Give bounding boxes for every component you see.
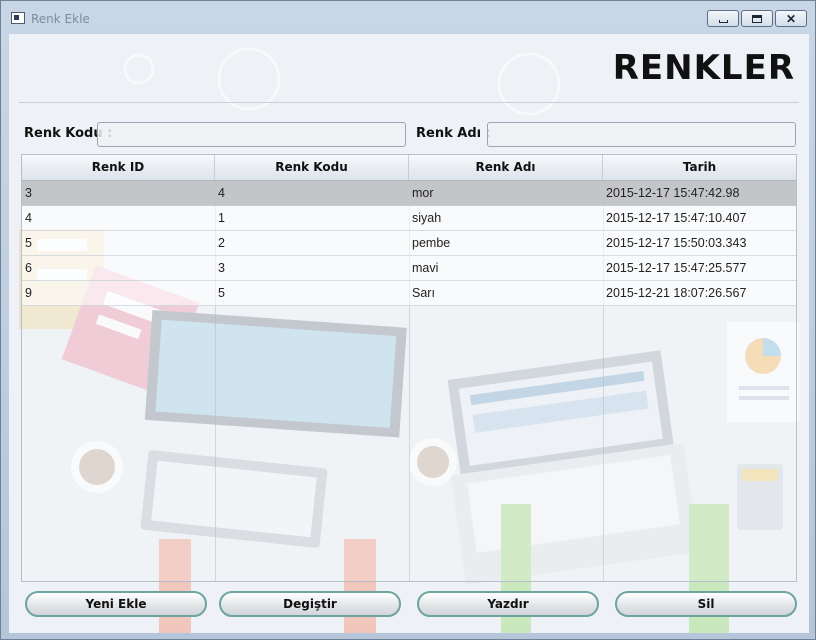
table-row[interactable]: 3 4 mor 2015-12-17 15:47:42.98 (22, 181, 796, 206)
table-row[interactable]: 6 3 mavi 2015-12-17 15:47:25.577 (22, 256, 796, 281)
cell-renk-adi: mor (412, 186, 434, 200)
minimize-icon (718, 20, 728, 23)
column-header-renk-kodu[interactable]: Renk Kodu (215, 155, 409, 180)
cell-renk-kodu: 3 (218, 261, 225, 275)
app-window: Renk Ekle ✕ RENKLER Renk Kodu: Renk Adı… (0, 0, 816, 640)
yeni-ekle-button[interactable]: Yeni Ekle (25, 591, 207, 617)
renk-kodu-input[interactable] (97, 122, 406, 147)
cell-renk-id: 9 (25, 286, 32, 300)
table-body: 3 4 mor 2015-12-17 15:47:42.98 4 1 siyah… (22, 181, 796, 306)
degistir-button[interactable]: Degiştir (219, 591, 401, 617)
cell-renk-id: 4 (25, 211, 32, 225)
cell-renk-adi: siyah (412, 211, 442, 225)
colors-table[interactable]: Renk ID Renk Kodu Renk Adı Tarih 3 4 mor… (21, 154, 797, 582)
renk-adi-input[interactable] (487, 122, 796, 147)
page-title: RENKLER (612, 48, 795, 88)
close-icon: ✕ (785, 11, 797, 26)
sil-button[interactable]: Sil (615, 591, 797, 617)
maximize-button[interactable] (741, 10, 773, 27)
app-window-icon (11, 12, 25, 24)
cell-renk-adi: Sarı (412, 286, 435, 300)
cell-tarih: 2015-12-17 15:47:42.98 (606, 186, 740, 200)
yazdir-button[interactable]: Yazdır (417, 591, 599, 617)
cell-renk-kodu: 5 (218, 286, 225, 300)
cell-tarih: 2015-12-17 15:50:03.343 (606, 236, 747, 250)
window-title: Renk Ekle (31, 12, 90, 26)
cell-renk-id: 5 (25, 236, 32, 250)
client-area: RENKLER Renk Kodu : Renk Adı : Renk ID R… (9, 34, 809, 633)
cell-tarih: 2015-12-17 15:47:25.577 (606, 261, 747, 275)
cell-renk-adi: pembe (412, 236, 451, 250)
table-row[interactable]: 4 1 siyah 2015-12-17 15:47:10.407 (22, 206, 796, 231)
maximize-icon (752, 14, 762, 23)
minimize-button[interactable] (707, 10, 739, 27)
cell-renk-kodu: 1 (218, 211, 225, 225)
cell-renk-kodu: 2 (218, 236, 225, 250)
cell-tarih: 2015-12-17 15:47:10.407 (606, 211, 747, 225)
column-header-renk-adi[interactable]: Renk Adı (409, 155, 603, 180)
title-bar[interactable]: Renk Ekle ✕ (1, 1, 815, 34)
header-divider (19, 102, 799, 103)
column-header-renk-id[interactable]: Renk ID (22, 155, 215, 180)
close-button[interactable]: ✕ (775, 10, 807, 27)
column-header-tarih[interactable]: Tarih (603, 155, 796, 180)
renk-adi-label: Renk Adı : (416, 126, 491, 141)
cell-renk-kodu: 4 (218, 186, 225, 200)
cell-renk-id: 6 (25, 261, 32, 275)
table-header: Renk ID Renk Kodu Renk Adı Tarih (22, 155, 796, 181)
cell-renk-id: 3 (25, 186, 32, 200)
table-row[interactable]: 5 2 pembe 2015-12-17 15:50:03.343 (22, 231, 796, 256)
cell-renk-adi: mavi (412, 261, 439, 275)
table-row[interactable]: 9 5 Sarı 2015-12-21 18:07:26.567 (22, 281, 796, 306)
cell-tarih: 2015-12-21 18:07:26.567 (606, 286, 747, 300)
